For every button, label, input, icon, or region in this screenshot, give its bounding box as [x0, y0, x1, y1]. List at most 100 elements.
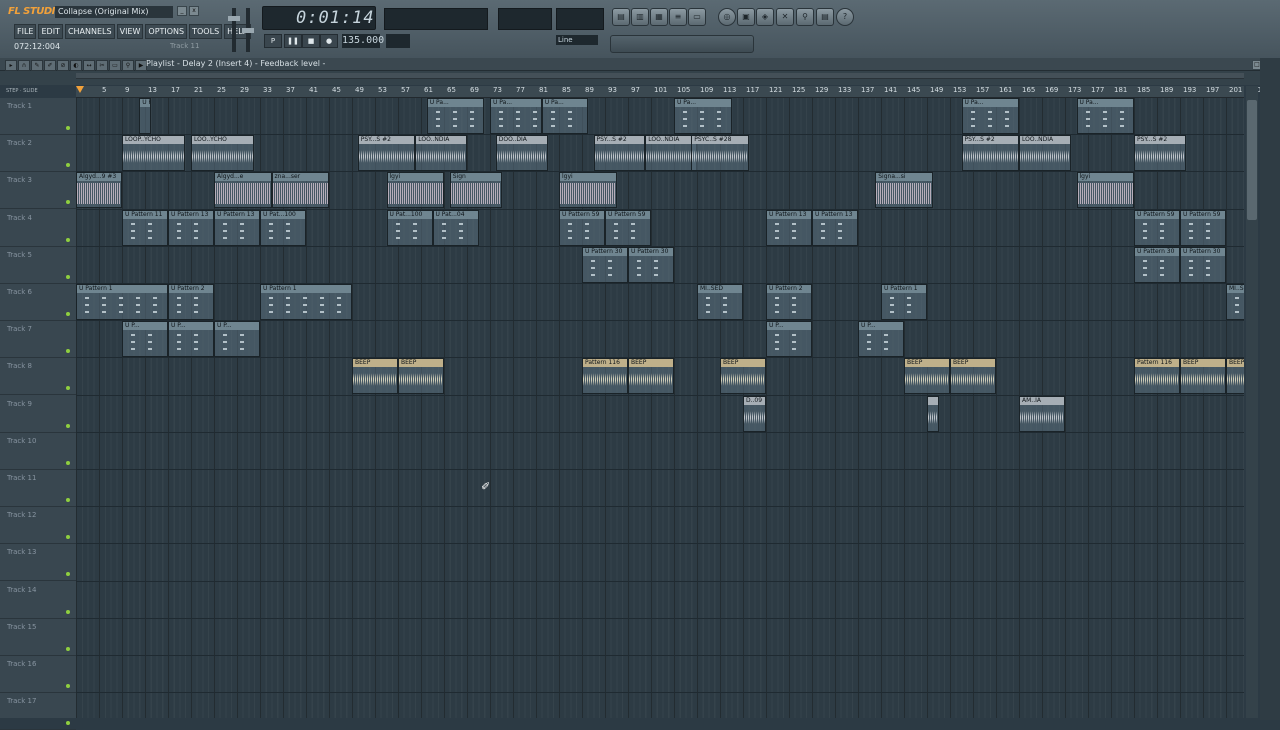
playlist-clip[interactable]: U Pattern 2 [168, 284, 214, 320]
brush-icon[interactable]: ✐ [44, 60, 56, 71]
playlist-clip[interactable]: U Pattern 59 [559, 209, 605, 246]
playlist-clip[interactable]: PSY...S #2 [593, 135, 646, 172]
slice-icon[interactable]: ✂ [96, 60, 108, 71]
track-active-indicator[interactable] [66, 535, 70, 540]
playlist-clip[interactable]: U Pattern 13 [214, 209, 260, 246]
playlist-clip[interactable]: Signa...si [875, 172, 933, 209]
playlist-clip[interactable]: U Pat...04 [432, 209, 479, 246]
track-active-indicator[interactable] [66, 684, 70, 688]
menu-channels[interactable]: CHANNELS [64, 24, 115, 39]
playlist-clip[interactable]: U P... [168, 321, 214, 358]
playhead-marker[interactable] [76, 86, 84, 93]
export-icon[interactable]: ◈ [756, 8, 774, 26]
playlist-clip[interactable]: PSYC..S #28 [691, 135, 749, 172]
playlist-clip[interactable]: U Pattern 13 [168, 209, 214, 246]
track-active-indicator[interactable] [66, 721, 70, 726]
magnet-icon[interactable]: ∩ [18, 60, 30, 71]
track-header[interactable]: Track 2 [0, 135, 76, 173]
playlist-clip[interactable]: lgyi [386, 172, 444, 209]
playlist-clip[interactable]: U P... [766, 321, 812, 358]
playlist-clip[interactable]: U Pattern 30 [582, 246, 628, 283]
playlist-clip[interactable]: U Pattern 59 [1180, 209, 1226, 246]
playlist-clip[interactable]: BEEP [720, 358, 766, 395]
save-icon[interactable]: ▣ [737, 8, 755, 26]
search-icon[interactable]: ⚲ [796, 8, 814, 26]
close-icon[interactable]: x [189, 6, 199, 16]
playlist-clip[interactable]: MI..SED [1226, 284, 1244, 320]
playlist-clip[interactable]: LOO..YCHO [191, 135, 255, 172]
menu-view[interactable]: VIEW [116, 24, 144, 39]
playlist-clip[interactable]: Algyd...e [214, 172, 272, 209]
slip-icon[interactable]: ↔ [83, 60, 95, 71]
playlist-clip[interactable]: D..09 [743, 395, 766, 432]
pattern-selector[interactable] [386, 34, 410, 48]
playlist-clip[interactable]: BEEP [1226, 358, 1244, 395]
track-active-indicator[interactable] [66, 609, 70, 614]
piano-roll-icon[interactable]: ▥ [631, 8, 649, 26]
playlist-clip[interactable]: PSY...S #2 [1134, 135, 1186, 172]
pencil-icon[interactable]: ✎ [31, 60, 43, 71]
playlist-clip[interactable]: DOO..DIA [495, 135, 548, 172]
track-active-indicator[interactable] [66, 126, 70, 130]
playlist-clip[interactable]: U Pa... [490, 98, 542, 134]
tempo-display[interactable]: 135.000 [342, 34, 384, 48]
pause-icon[interactable]: ❚❚ [284, 34, 302, 48]
playlist-clip[interactable]: U Pattern 30 [1180, 246, 1226, 283]
snap-selector[interactable]: Line [556, 35, 598, 45]
playlist-clip[interactable]: U P... [122, 321, 168, 358]
playlist-clip[interactable]: AM..IA [1019, 395, 1065, 432]
track-header[interactable]: Track 15 [0, 619, 76, 656]
track-active-indicator[interactable] [66, 200, 70, 205]
playlist-clip[interactable]: U P... [214, 321, 260, 358]
record-icon[interactable]: ● [320, 34, 338, 48]
track-active-indicator[interactable] [66, 312, 70, 316]
track-active-indicator[interactable] [66, 460, 70, 465]
mute-icon[interactable]: ◐ [70, 60, 82, 71]
playlist-clip[interactable] [927, 395, 939, 432]
tools-icon[interactable]: ✕ [776, 8, 794, 26]
track-header[interactable]: Track 7 [0, 321, 76, 359]
track-active-indicator[interactable] [66, 423, 70, 428]
track-header[interactable]: Track 12 [0, 507, 76, 545]
playlist-clip[interactable]: U Pa... [426, 98, 485, 134]
track-header[interactable]: Track 1 [0, 98, 76, 135]
pattern-song-switch[interactable]: P [264, 34, 282, 48]
playlist-clip[interactable]: U Pattern 30 [1134, 246, 1180, 283]
track-header[interactable]: Track 13 [0, 544, 76, 582]
stop-icon[interactable]: ■ [302, 34, 320, 48]
playlist-clip[interactable]: U Pattern 13 [766, 209, 812, 246]
track-header[interactable]: Track 16 [0, 656, 76, 693]
playlist-clip[interactable]: LOO..NDIA [645, 135, 697, 172]
playlist-clip[interactable]: lgyi [1076, 172, 1134, 209]
track-header[interactable]: Track 10 [0, 433, 76, 470]
master-pitch-slider[interactable] [242, 8, 254, 52]
track-active-indicator[interactable] [66, 646, 70, 651]
menu-arrow-icon[interactable]: ▸ [5, 60, 17, 71]
playlist-clip[interactable]: PSY...S #2 [357, 135, 416, 172]
info-icon[interactable]: ▤ [816, 8, 834, 26]
track-active-indicator[interactable] [66, 572, 70, 577]
track-header[interactable]: Track 5 [0, 247, 76, 284]
playlist-clip[interactable]: BEEP [904, 358, 950, 395]
playlist-clip[interactable]: BEEP [1180, 358, 1226, 395]
playlist-clip[interactable]: BEEP [352, 358, 398, 395]
playlist-clip[interactable]: U Pattern 1 [881, 284, 927, 320]
playlist-clip[interactable]: U Pa... [1076, 98, 1134, 134]
playlist-clip[interactable]: LOO..NDIA [415, 135, 467, 172]
playlist-clip[interactable]: Pattern 116 [582, 358, 628, 395]
menu-options[interactable]: OPTIONS [145, 24, 188, 39]
track-header[interactable]: Track 17 [0, 693, 76, 730]
menu-edit[interactable]: EDIT [38, 24, 63, 39]
master-volume-slider[interactable] [228, 8, 240, 52]
bar-ruler[interactable]: 5 9 13 17 21 25 29 33 37 41 45 49 53 57 61 65 69 73 77 81 85… [76, 86, 1280, 98]
playlist-clip[interactable]: U Pa... [674, 98, 732, 134]
playlist-clip[interactable]: U Pattern 13 [812, 209, 858, 246]
plugin-icon[interactable]: ◎ [718, 8, 736, 26]
playlist-clip[interactable]: Sign [449, 172, 502, 209]
playlist-clip[interactable]: LOO..NDIA [1019, 135, 1071, 172]
playlist-clip[interactable]: U Pattern 30 [628, 246, 674, 283]
playlist-icon[interactable]: ▤ [612, 8, 630, 26]
menu-file[interactable]: FILE [14, 24, 37, 39]
browser-icon[interactable]: ▭ [688, 8, 706, 26]
menu-tools[interactable]: TOOLS [189, 24, 223, 39]
